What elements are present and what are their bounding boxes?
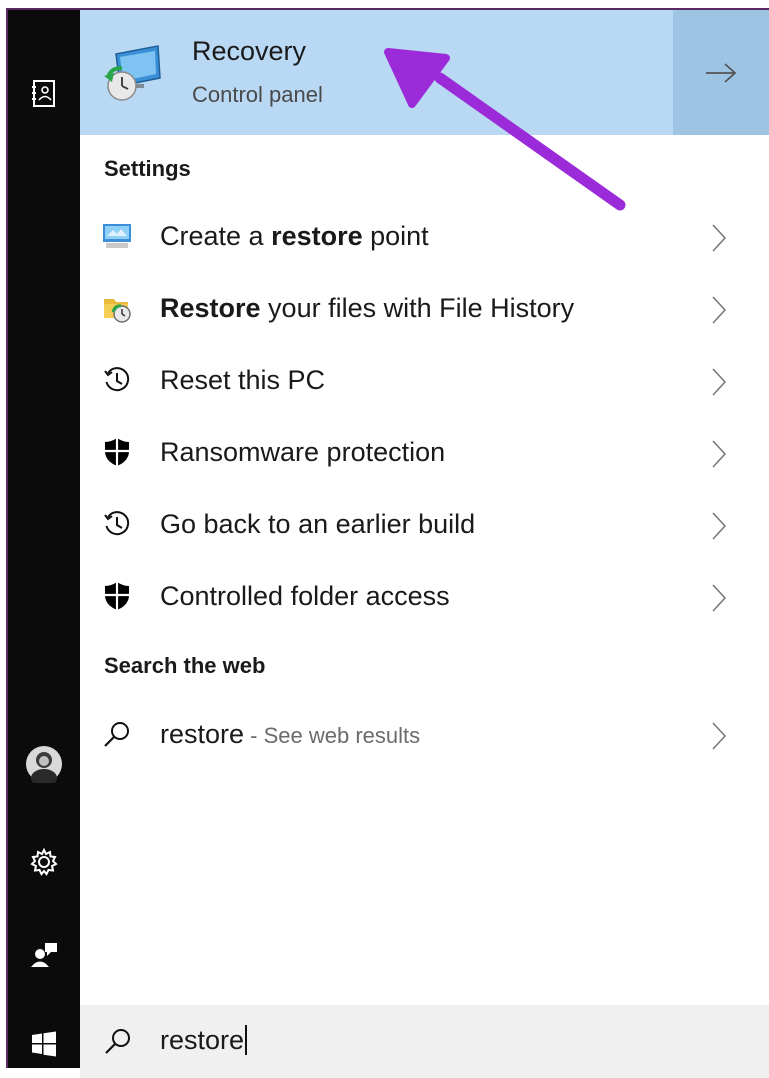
windows-start-icon[interactable] xyxy=(8,1022,80,1066)
list-item-label: Restore your files with File History xyxy=(160,293,575,323)
chevron-right-icon xyxy=(712,296,727,324)
avatar[interactable] xyxy=(8,742,80,786)
system-monitor-icon xyxy=(100,219,134,253)
open-top-result-button[interactable] xyxy=(673,10,769,135)
shield-icon xyxy=(100,435,134,469)
text-caret xyxy=(245,1025,248,1055)
list-item-label: Reset this PC xyxy=(160,365,326,395)
list-item-label: restore - See web results xyxy=(160,719,421,749)
list-item-restore-file-history[interactable]: Restore your files with File History xyxy=(80,276,769,342)
search-box[interactable]: restore xyxy=(80,1005,769,1078)
list-item-controlled-folder-access[interactable]: Controlled folder access xyxy=(80,564,769,630)
search-icon xyxy=(100,717,134,751)
list-item-ransomware-protection[interactable]: Ransomware protection xyxy=(80,420,769,486)
chevron-right-icon xyxy=(712,512,727,540)
chevron-right-icon xyxy=(712,368,727,396)
top-result-recovery[interactable]: Recovery Control panel xyxy=(80,10,673,135)
list-item-label: Controlled folder access xyxy=(160,581,450,611)
feedback-icon[interactable] xyxy=(8,932,80,976)
recovery-icon xyxy=(102,42,164,104)
search-input[interactable]: restore xyxy=(160,1025,248,1056)
list-item-label: Create a restore point xyxy=(160,221,429,251)
shield-icon xyxy=(100,579,134,613)
list-item-reset-this-pc[interactable]: Reset this PC xyxy=(80,348,769,414)
top-result-title: Recovery xyxy=(192,36,307,66)
list-item-label: Go back to an earlier build xyxy=(160,509,476,539)
chevron-right-icon xyxy=(712,722,727,750)
section-heading-search-web: Search the web xyxy=(104,653,266,678)
list-item-label: Ransomware protection xyxy=(160,437,446,467)
history-icon xyxy=(100,363,134,397)
list-item-go-back-earlier-build[interactable]: Go back to an earlier build xyxy=(80,492,769,558)
file-history-icon xyxy=(100,291,134,325)
list-item-web-search[interactable]: restore - See web results xyxy=(80,702,769,768)
history-icon xyxy=(100,507,134,541)
start-menu-leftbar xyxy=(8,10,80,1068)
section-heading-settings: Settings xyxy=(104,156,191,181)
chevron-right-icon xyxy=(712,440,727,468)
top-result-subtitle: Control panel xyxy=(192,82,323,107)
notebook-icon[interactable] xyxy=(8,72,80,116)
chevron-right-icon xyxy=(712,584,727,612)
search-icon xyxy=(105,1029,130,1054)
chevron-right-icon xyxy=(712,224,727,252)
list-item-create-restore-point[interactable]: Create a restore point xyxy=(80,204,769,270)
gear-icon[interactable] xyxy=(8,840,80,884)
search-results-panel: Recovery Control panel Settings Create a… xyxy=(80,10,769,1078)
arrow-right-icon xyxy=(706,62,737,83)
